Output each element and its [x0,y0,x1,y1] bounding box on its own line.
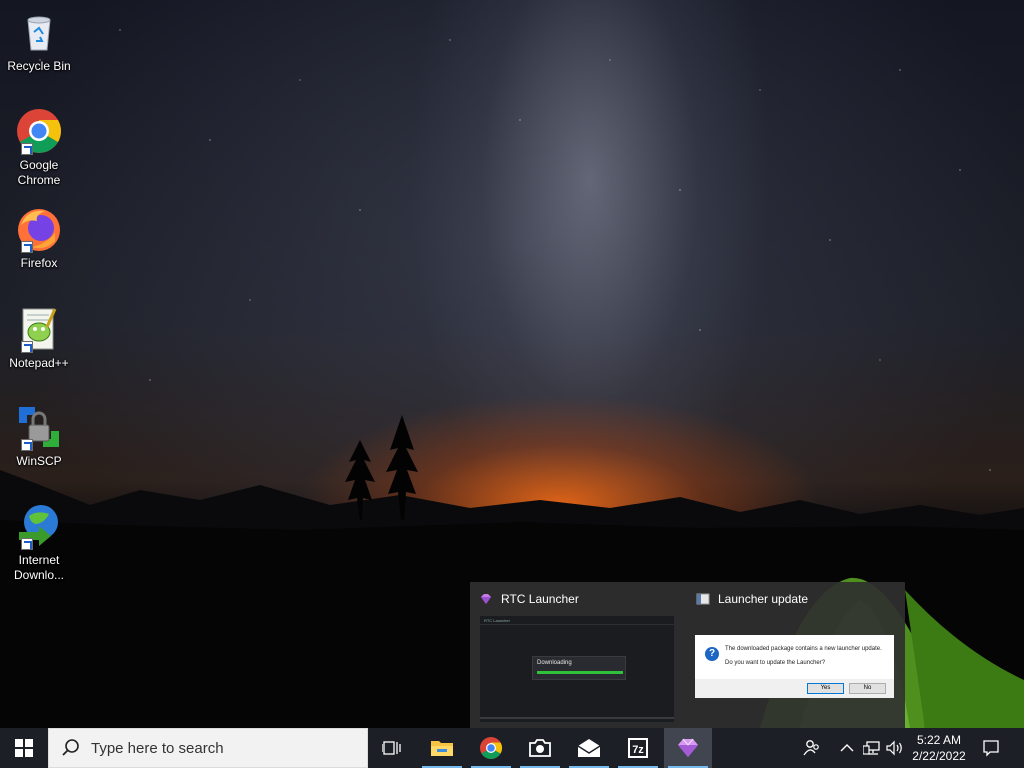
search-icon [62,739,79,756]
window-app-icon [696,593,710,605]
show-hidden-icons-button[interactable] [836,728,858,768]
taskbar: Type here to search 7z 5:22 AM 2/22/2022 [0,728,1024,768]
rtc-diamond-icon [481,594,491,604]
preview-footer [480,717,674,719]
taskbar-clock[interactable]: 5:22 AM 2/22/2022 [908,728,970,768]
taskbar-search-box[interactable]: Type here to search [48,728,368,768]
no-button: No [849,683,886,694]
shortcut-arrow-icon [21,439,33,451]
clock-time: 5:22 AM [916,733,962,747]
people-icon [803,740,819,756]
shortcut-arrow-icon [21,538,33,550]
launcher-update-preview: ? The downloaded package contains a new … [695,635,894,698]
svg-text:7z: 7z [632,744,644,756]
winscp-icon [15,403,63,451]
taskbar-rtc-launcher[interactable] [664,728,712,768]
internet-download-manager-desktop-icon[interactable]: Internet Downlo... [4,502,74,583]
people-button[interactable] [798,728,826,768]
action-center-button[interactable] [978,728,1004,768]
firefox-desktop-icon[interactable]: Firefox [4,205,74,271]
thumbnail-title: Launcher update [718,592,809,606]
task-view-button[interactable] [368,728,416,768]
update-message-line2: Do you want to update the Launcher? [725,660,826,666]
notification-icon [983,740,999,757]
recycle-bin-desktop-icon[interactable]: Recycle Bin [4,8,74,74]
7zip-icon: 7z [628,738,648,758]
thumbnail-title-bar: Launcher update [696,591,899,607]
update-message-line1: The downloaded package contains a new la… [725,646,882,652]
rtc-launcher-preview: RTC Launcher Downloading [479,615,675,723]
mail-icon [577,739,601,757]
winscp-desktop-icon[interactable]: WinSCP [4,403,74,469]
dialog-button-row: Yes No [695,679,894,698]
shortcut-arrow-icon [21,241,33,253]
idm-globe-icon [15,502,63,550]
windows-logo-icon [15,739,33,757]
network-icon [863,741,880,755]
desktop-icon-label: Notepad++ [9,356,69,370]
recycle-bin-icon [15,8,63,56]
taskbar-7zip[interactable]: 7z [614,728,662,768]
speaker-icon [886,740,902,756]
rtc-launcher-icon [678,738,698,757]
question-icon: ? [705,647,719,661]
yes-button: Yes [807,683,844,694]
desktop: Recycle Bin Google Chrome Firefox Notepa… [0,0,1024,728]
camera-icon [529,739,551,757]
volume-button[interactable] [884,728,906,768]
desktop-icon-label: Google Chrome [17,158,61,187]
desktop-icon-label: Firefox [20,256,58,270]
firefox-icon [15,205,63,253]
thumbnail-title: RTC Launcher [501,592,579,606]
taskbar-thumbnail-popup: RTC Launcher RTC Launcher Downloading La… [470,582,905,728]
start-button[interactable] [0,728,48,768]
taskbar-mail[interactable] [565,728,613,768]
notepadpp-desktop-icon[interactable]: Notepad++ [4,305,74,371]
search-placeholder: Type here to search [91,739,224,757]
chrome-icon [480,737,502,759]
network-button[interactable] [860,728,884,768]
taskbar-camera[interactable] [516,728,564,768]
thumbnail-title-bar: RTC Launcher [479,591,681,607]
download-panel: Downloading [532,656,626,680]
thumbnail-rtc-launcher[interactable]: RTC Launcher RTC Launcher Downloading [470,582,687,728]
clock-date: 2/22/2022 [912,749,966,763]
shortcut-arrow-icon [21,143,33,155]
desktop-icon-label: Recycle Bin [7,59,71,73]
rtc-preview-titlebar: RTC Launcher [480,616,674,625]
download-progress-bar [537,671,623,674]
download-progress-fill [537,671,623,674]
chrome-icon [15,107,63,155]
shortcut-arrow-icon [21,341,33,353]
file-explorer-icon [431,741,453,756]
taskbar-file-explorer[interactable] [418,728,466,768]
taskbar-chrome[interactable] [467,728,515,768]
task-view-icon [382,741,401,755]
chevron-up-icon [840,744,854,752]
desktop-icon-label: WinSCP [16,454,62,468]
desktop-icon-label: Internet Downlo... [13,553,65,582]
notepadpp-icon [15,305,63,353]
download-status-text: Downloading [537,660,572,666]
chrome-desktop-icon[interactable]: Google Chrome [4,107,74,188]
